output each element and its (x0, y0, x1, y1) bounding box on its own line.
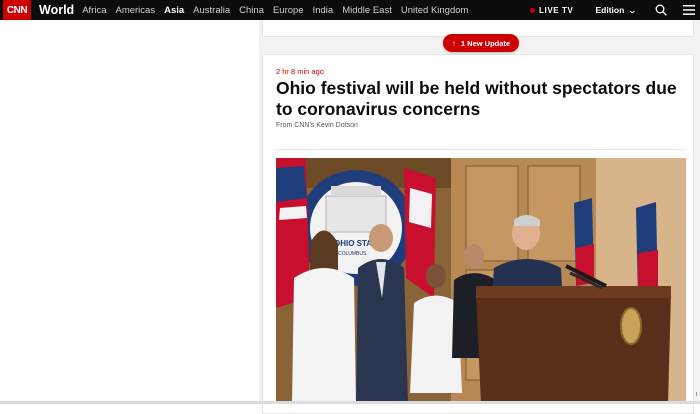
divider (276, 149, 686, 150)
new-update-button[interactable]: ↑ 1 New Update (443, 34, 519, 52)
post-byline: From CNN's Kevin Dotson (276, 122, 358, 129)
nav-item-middle-east[interactable]: Middle East (342, 5, 392, 16)
nav-item-united-kingdom[interactable]: United Kingdom (401, 5, 469, 16)
live-tv-link[interactable]: LIVE TV (530, 6, 573, 15)
press-conference-image: OHIO STATE COLUMBUS (276, 158, 686, 404)
post-photo[interactable]: OHIO STATE COLUMBUS (276, 158, 686, 404)
nav-item-africa[interactable]: Africa (82, 5, 106, 16)
nav-item-asia[interactable]: Asia (164, 5, 184, 16)
left-column (0, 20, 259, 404)
search-icon (655, 4, 667, 16)
cnn-logo[interactable]: CNN (3, 0, 31, 20)
chevron-down-icon: ⌄ (627, 5, 638, 15)
edition-menu-button[interactable]: Edition ⌄ (595, 5, 638, 15)
nav-right-group: LIVE TV Edition ⌄ (530, 0, 700, 20)
post-timestamp: 2 hr 8 min ago (276, 67, 324, 76)
live-dot-icon (530, 7, 536, 13)
edition-label: Edition (595, 5, 625, 15)
menu-icon (683, 5, 695, 15)
scrollbar-corner[interactable] (696, 392, 700, 396)
new-update-label: 1 New Update (460, 38, 511, 48)
live-tv-label: LIVE TV (539, 5, 574, 15)
nav-item-americas[interactable]: Americas (115, 5, 155, 16)
top-navigation: CNN World Africa Americas Asia Australia… (0, 0, 700, 20)
arrow-up-icon: ↑ (451, 38, 456, 48)
podium-sign-subtext: COLUMBUS (338, 251, 367, 257)
search-button[interactable] (654, 3, 668, 17)
nav-item-india[interactable]: India (313, 5, 334, 16)
nav-item-australia[interactable]: Australia (193, 5, 230, 16)
nav-item-europe[interactable]: Europe (273, 5, 304, 16)
menu-button[interactable] (682, 3, 696, 17)
section-title[interactable]: World (39, 3, 74, 17)
post-headline: Ohio festival will be held without spect… (276, 78, 677, 119)
nav-item-china[interactable]: China (239, 5, 264, 16)
